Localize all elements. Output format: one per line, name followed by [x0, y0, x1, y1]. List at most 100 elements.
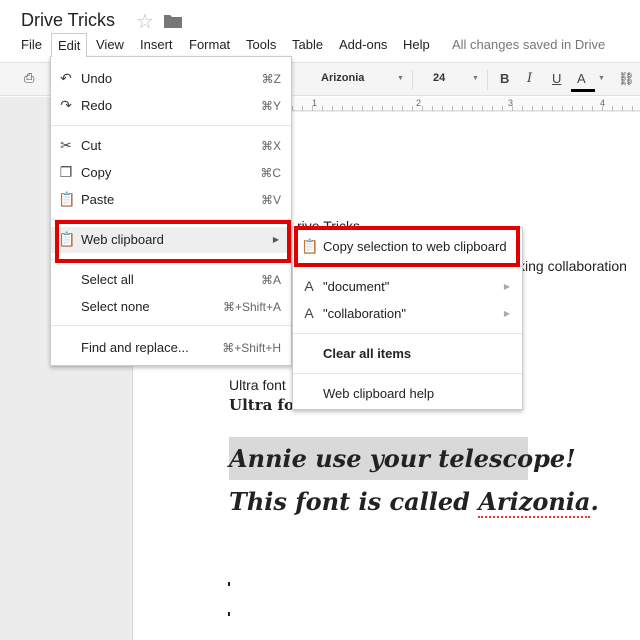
web-clipboard-icon: 📋 — [58, 231, 76, 247]
menu-item-shortcut: ⌘Y — [260, 99, 281, 113]
scissors-icon: ✂ — [60, 137, 72, 153]
text-color-button[interactable]: A — [577, 71, 586, 86]
folder-icon[interactable] — [164, 13, 182, 28]
menu-item-copy-to-web-clipboard[interactable]: 📋 Copy selection to web clipboard — [293, 234, 522, 260]
menu-edit[interactable]: Edit — [51, 33, 88, 57]
menu-item-label: Redo — [81, 98, 113, 113]
print-icon[interactable]: ⎙ — [24, 70, 34, 86]
bold-button[interactable]: B — [500, 71, 509, 86]
ruler-number: 1 — [312, 98, 318, 108]
menu-item-clip-document[interactable]: A "document" ▶ — [293, 274, 522, 300]
menu-item-web-clipboard[interactable]: 📋 Web clipboard ▶ — [51, 227, 291, 253]
menu-item-paste[interactable]: 📋 Paste ⌘V — [51, 187, 291, 213]
menu-separator — [51, 259, 291, 260]
menu-item-select-all[interactable]: Select all ⌘A — [51, 267, 291, 293]
paste-icon: 📋 — [58, 191, 76, 207]
menu-item-label: Select all — [81, 272, 134, 287]
menu-separator — [51, 125, 291, 126]
toolbar-separator — [412, 70, 413, 90]
web-clipboard-submenu: 📋 Copy selection to web clipboard A "doc… — [292, 227, 523, 410]
script-2-suffix: . — [590, 487, 599, 516]
text-clip-icon: A — [304, 278, 314, 294]
doc-title[interactable]: Drive Tricks — [21, 10, 115, 31]
undo-icon: ↶ — [60, 70, 72, 86]
menu-item-label: Undo — [81, 71, 113, 86]
link-icon[interactable]: ⛓ — [618, 71, 635, 87]
menu-view[interactable]: View — [96, 37, 124, 52]
menu-item-shortcut: ⌘C — [260, 166, 281, 180]
menu-item-shortcut: ⌘+Shift+H — [222, 341, 281, 355]
menu-tools[interactable]: Tools — [246, 37, 276, 52]
menu-item-label: Select none — [81, 299, 150, 314]
menu-separator — [293, 373, 522, 374]
clipboard-copy-icon: 📋 — [301, 238, 319, 254]
edit-menu: ↶ Undo ⌘Z ↷ Redo ⌘Y ✂ Cut ⌘X ❐ Copy ⌘C 📋… — [50, 56, 292, 366]
menu-item-label: Copy selection to web clipboard — [323, 239, 507, 254]
star-icon[interactable]: ☆ — [136, 9, 154, 34]
menu-item-web-clipboard-help[interactable]: Web clipboard help — [293, 381, 522, 407]
text-caret — [228, 582, 230, 586]
script-2-prefix: This font is called — [229, 487, 479, 516]
doc-text-ultra-bold[interactable]: Ultra fo — [229, 396, 294, 414]
underline-button[interactable]: U — [552, 71, 561, 86]
menu-addons[interactable]: Add-ons — [339, 37, 387, 52]
menu-separator — [51, 219, 291, 220]
menu-item-undo[interactable]: ↶ Undo ⌘Z — [51, 66, 291, 92]
submenu-arrow-icon: ▶ — [503, 309, 510, 318]
menu-item-label: Web clipboard — [81, 232, 164, 247]
doc-text-ultra[interactable]: Ultra font — [229, 377, 286, 393]
menu-item-clip-collaboration[interactable]: A "collaboration" ▶ — [293, 301, 522, 327]
menu-item-shortcut: ⌘V — [260, 193, 281, 207]
menu-help[interactable]: Help — [403, 37, 430, 52]
ruler-number: 2 — [416, 98, 422, 108]
ruler-number: 4 — [600, 98, 606, 108]
text-color-bar — [571, 89, 595, 92]
menu-item-label: Find and replace... — [81, 340, 189, 355]
menu-separator — [293, 266, 522, 267]
toolbar-separator — [487, 70, 488, 90]
italic-button[interactable]: I — [527, 71, 532, 86]
doc-text-script-2[interactable]: This font is called Arizonia. — [229, 487, 599, 518]
text-clip-icon: A — [304, 305, 314, 321]
menubar: File Edit View Insert Format Tools Table… — [0, 33, 640, 57]
menu-item-label: Copy — [81, 165, 112, 180]
menu-format[interactable]: Format — [189, 37, 230, 52]
ruler-number: 3 — [508, 98, 514, 108]
redo-icon: ↷ — [60, 97, 72, 113]
text-caret — [228, 612, 230, 616]
menu-separator — [293, 333, 522, 334]
menu-item-shortcut: ⌘Z — [261, 72, 281, 86]
font-size-select[interactable]: 24 — [433, 72, 445, 84]
menu-table[interactable]: Table — [292, 37, 323, 52]
menu-item-shortcut: ⌘+Shift+A — [222, 300, 281, 314]
misspelled-word[interactable]: Arizonia — [478, 487, 591, 518]
menu-separator — [51, 325, 291, 326]
text-color-caret-icon[interactable]: ▼ — [598, 75, 605, 82]
size-caret-icon[interactable]: ▼ — [472, 75, 479, 82]
menu-item-shortcut: ⌘A — [260, 273, 281, 287]
menu-item-shortcut: ⌘X — [260, 139, 281, 153]
menu-item-cut[interactable]: ✂ Cut ⌘X — [51, 133, 291, 159]
submenu-arrow-icon: ▶ — [503, 282, 510, 291]
saved-status: All changes saved in Drive — [452, 37, 606, 52]
ruler-ticks — [292, 106, 640, 111]
font-caret-icon[interactable]: ▼ — [397, 75, 404, 82]
menu-item-label: Clear all items — [323, 346, 412, 361]
menu-item-find-replace[interactable]: Find and replace... ⌘+Shift+H — [51, 335, 291, 361]
menu-item-copy[interactable]: ❐ Copy ⌘C — [51, 160, 291, 186]
menu-item-label: Paste — [81, 192, 115, 207]
menu-item-select-none[interactable]: Select none ⌘+Shift+A — [51, 294, 291, 320]
menu-item-label: Web clipboard help — [323, 386, 435, 401]
menu-insert[interactable]: Insert — [140, 37, 173, 52]
menu-item-label: Cut — [81, 138, 102, 153]
menu-file[interactable]: File — [21, 37, 42, 52]
doc-text-collaboration[interactable]: king collaboration — [518, 258, 627, 274]
menu-item-label: "collaboration" — [323, 306, 406, 321]
doc-text-script-1[interactable]: Annie use your telescope! — [229, 444, 576, 473]
font-select[interactable]: Arizonia — [321, 72, 364, 84]
menu-item-label: "document" — [323, 279, 390, 294]
menu-item-redo[interactable]: ↷ Redo ⌘Y — [51, 93, 291, 119]
submenu-arrow-icon: ▶ — [272, 235, 279, 244]
ruler[interactable]: 1 2 3 4 — [292, 97, 640, 111]
menu-item-clear-all[interactable]: Clear all items — [293, 341, 522, 367]
